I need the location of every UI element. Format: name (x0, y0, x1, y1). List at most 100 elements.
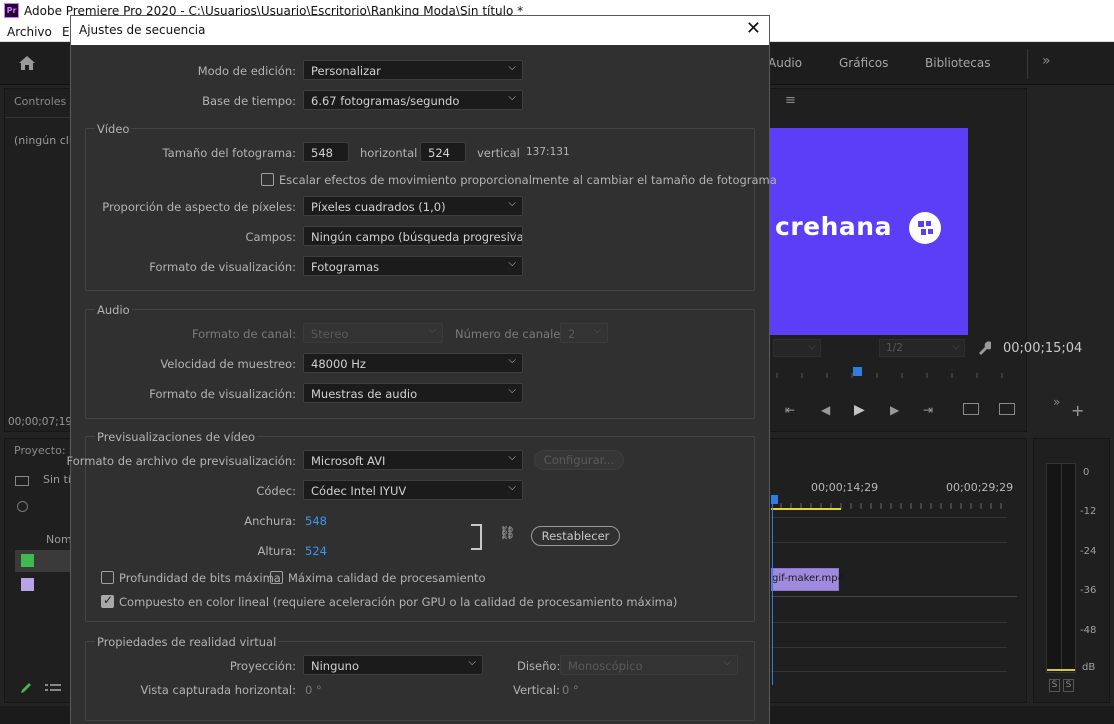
proporcion-select[interactable]: Píxeles cuadrados (1,0) ⌵ (303, 196, 523, 216)
add-button-icon[interactable]: + (1071, 401, 1084, 420)
name-column-header[interactable]: Nom (46, 533, 72, 546)
diseno-label: Diseño: (517, 659, 561, 673)
meter-scale-0: 0 (1083, 467, 1090, 478)
search-icon[interactable] (17, 501, 28, 512)
pencil-icon[interactable] (19, 681, 33, 695)
anchura-value[interactable]: 548 (305, 514, 327, 528)
resolution-value: 1/2 (886, 342, 903, 354)
workspace-tab-bibliotecas[interactable]: Bibliotecas (925, 56, 990, 70)
chevron-down-icon: ⌵ (508, 482, 516, 493)
proyeccion-select[interactable]: Ninguno ⌵ (303, 655, 483, 675)
home-icon[interactable] (18, 55, 36, 71)
realidad-virtual-group-title: Propiedades de realidad virtual (95, 635, 279, 649)
bin-folder-icon (15, 476, 29, 486)
step-back-icon[interactable]: ◀ (821, 403, 830, 417)
campos-select[interactable]: Ningún campo (búsqueda progresiva) ⌵ (303, 226, 523, 246)
playhead-line (772, 495, 773, 685)
velocidad-muestreo-select[interactable]: 48000 Hz ⌵ (303, 353, 523, 373)
diseno-select[interactable]: Monoscópico ⌵ (560, 655, 738, 675)
configurar-button[interactable]: Configurar... (534, 450, 624, 470)
link-bracket (471, 524, 482, 550)
restablecer-button[interactable]: Restablecer (531, 526, 620, 546)
proporcion-value: Píxeles cuadrados (1,0) (311, 200, 446, 214)
workspace-divider (1027, 49, 1028, 79)
go-to-in-icon[interactable]: ⇤ (785, 403, 795, 417)
more-controls-icon[interactable]: » (1053, 395, 1060, 409)
timeline-clip[interactable]: gif-maker.mp4 (771, 568, 844, 591)
lift-icon[interactable] (963, 403, 979, 415)
go-to-out-icon[interactable]: ⇥ (923, 403, 933, 417)
project-panel: Proyecto: S Sin tít Nom (4, 438, 76, 703)
anchura-label: Anchura: (244, 514, 296, 528)
play-icon[interactable]: ▶ (854, 402, 865, 418)
wrench-icon[interactable] (977, 341, 991, 355)
formato-archivo-prev-select[interactable]: Microsoft AVI ⌵ (303, 450, 523, 470)
meter-scale-db: dB (1082, 662, 1096, 673)
velocidad-muestreo-label: Velocidad de muestreo: (160, 357, 296, 371)
proporcion-label: Proporción de aspecto de píxeles: (102, 200, 296, 214)
sequence-label-color (21, 554, 34, 567)
chain-link-icon[interactable]: ⛓ (499, 526, 516, 541)
premiere-app-icon: Pr (4, 3, 19, 18)
clip-label-color (21, 578, 34, 591)
vista-horizontal-value[interactable]: 0 ° (305, 683, 322, 697)
menu-archivo[interactable]: Archivo (7, 25, 52, 39)
more-workspaces-icon[interactable]: » (1042, 53, 1051, 69)
close-icon[interactable]: ✕ (746, 18, 761, 39)
program-video-frame: crehana (769, 128, 968, 335)
numero-canales-value: 2 (568, 327, 576, 341)
maxima-calidad-checkbox[interactable] (270, 571, 283, 584)
zoom-dropdown[interactable]: ⌵ (773, 339, 821, 357)
frame-height-input[interactable]: 524 (420, 142, 466, 162)
monitor-scrubber[interactable] (771, 365, 1026, 381)
resolution-dropdown[interactable]: 1/2 ⌵ (879, 339, 965, 357)
meter-scale-12: -12 (1080, 506, 1097, 517)
formato-canal-select[interactable]: Stereo ⌵ (303, 323, 443, 343)
escalar-efectos-checkbox[interactable] (261, 173, 274, 186)
workspace-tab-graficos[interactable]: Gráficos (839, 56, 888, 70)
vertical-vr-value[interactable]: 0 ° (562, 683, 579, 697)
chevron-down-icon: ⌵ (508, 92, 516, 103)
vertical-vr-label: Vertical: (513, 683, 560, 697)
clip-name: gif-maker.mp4 (772, 573, 844, 584)
panel-menu-icon[interactable]: ≡ (785, 93, 796, 108)
maxima-calidad-label: Máxima calidad de procesamiento (288, 571, 486, 585)
modo-edicion-select[interactable]: Personalizar ⌵ (303, 60, 523, 80)
effect-controls-tab[interactable]: Controles d (14, 95, 77, 108)
step-forward-icon[interactable]: ▶ (890, 403, 899, 417)
codec-select[interactable]: Códec Intel IYUV ⌵ (303, 480, 523, 500)
proyeccion-label: Proyección: (229, 659, 296, 673)
peak-indicator (1047, 669, 1075, 671)
effect-controls-timecode: 00;00;07;19 (8, 416, 73, 428)
timeline-ruler[interactable] (771, 495, 1011, 511)
menu-edicion[interactable]: E (62, 25, 70, 39)
solo-right-button[interactable]: S (1063, 679, 1074, 692)
numero-canales-select[interactable]: 2 ⌵ (560, 323, 608, 343)
list-view-icon[interactable] (45, 683, 61, 695)
formato-archivo-prev-label: Formato de archivo de previsualización: (66, 454, 296, 468)
profundidad-bits-checkbox[interactable] (101, 571, 114, 584)
previsualizaciones-group-title: Previsualizaciones de vídeo (95, 430, 258, 444)
formato-archivo-prev-value: Microsoft AVI (311, 454, 386, 468)
compuesto-lineal-checkbox[interactable] (101, 593, 114, 608)
dialog-title-bar: Ajustes de secuencia ✕ (71, 16, 769, 45)
formato-visualizacion-audio-select[interactable]: Muestras de audio ⌵ (303, 383, 523, 403)
project-row-sequence[interactable] (15, 550, 75, 572)
vertical-label: vertical (477, 146, 520, 160)
compuesto-lineal-label: Compuesto en color lineal (requiere acel… (119, 595, 678, 609)
formato-visualizacion-audio-value: Muestras de audio (311, 387, 418, 401)
frame-width-input[interactable]: 548 (303, 142, 349, 162)
profundidad-bits-label: Profundidad de bits máxima (119, 571, 281, 585)
formato-visualizacion-video-select[interactable]: Fotogramas ⌵ (303, 256, 523, 276)
altura-label: Altura: (257, 544, 296, 558)
altura-value[interactable]: 524 (305, 544, 327, 558)
chevron-down-icon: ⌵ (508, 258, 516, 269)
solo-left-button[interactable]: S (1049, 679, 1060, 692)
extract-icon[interactable] (999, 403, 1015, 415)
velocidad-muestreo-value: 48000 Hz (311, 357, 366, 371)
dialog-title: Ajustes de secuencia (79, 23, 206, 37)
campos-label: Campos: (245, 230, 296, 244)
timeline-time-1: 00;00;14;29 (811, 481, 879, 494)
base-tiempo-select[interactable]: 6.67 fotogramas/segundo ⌵ (303, 90, 523, 110)
workspace-tab-audio[interactable]: Audio (768, 56, 802, 70)
